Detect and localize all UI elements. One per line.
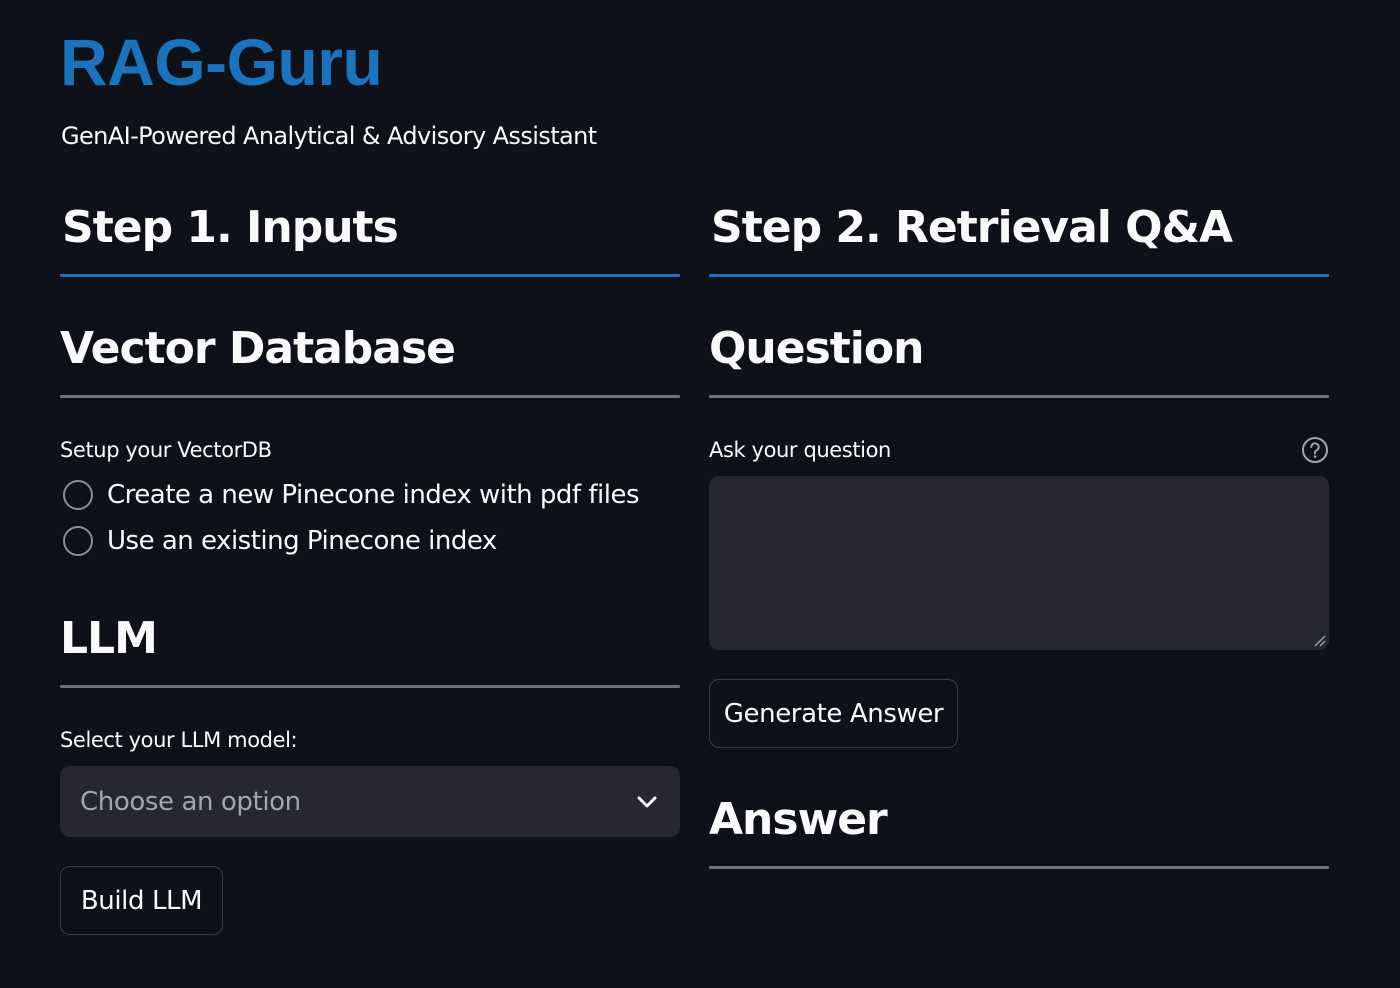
radio-option-create-index[interactable]: Create a new Pinecone index with pdf fil… bbox=[60, 472, 680, 518]
app-page: RAG-Guru GenAI-Powered Analytical & Advi… bbox=[0, 0, 1400, 988]
question-heading: Question bbox=[709, 323, 924, 374]
vector-db-label: Setup your VectorDB bbox=[60, 438, 272, 462]
step1-column: Step 1. Inputs Vector Database Setup you… bbox=[60, 200, 680, 935]
radio-option-existing-index[interactable]: Use an existing Pinecone index bbox=[60, 518, 680, 564]
question-divider bbox=[709, 395, 1329, 398]
vector-db-radio-group: Create a new Pinecone index with pdf fil… bbox=[60, 472, 680, 564]
radio-button-icon[interactable] bbox=[63, 526, 93, 556]
answer-heading: Answer bbox=[709, 794, 888, 845]
radio-option-label[interactable]: Use an existing Pinecone index bbox=[107, 524, 497, 558]
radio-option-label[interactable]: Create a new Pinecone index with pdf fil… bbox=[107, 478, 640, 512]
build-llm-button[interactable]: Build LLM bbox=[60, 866, 223, 935]
resize-grip-icon[interactable] bbox=[1312, 633, 1326, 647]
llm-heading: LLM bbox=[60, 613, 158, 664]
radio-button-icon[interactable] bbox=[63, 480, 93, 510]
vector-db-divider bbox=[60, 395, 680, 398]
vector-db-heading: Vector Database bbox=[60, 323, 456, 374]
generate-answer-button[interactable]: Generate Answer bbox=[709, 679, 958, 748]
app-title: RAG-Guru bbox=[60, 25, 383, 99]
step1-heading: Step 1. Inputs bbox=[62, 202, 399, 253]
step2-column: Step 2. Retrieval Q&A Question Ask your … bbox=[709, 200, 1329, 869]
question-label: Ask your question bbox=[709, 438, 891, 462]
answer-divider bbox=[709, 866, 1329, 869]
llm-model-select[interactable]: Choose an option bbox=[60, 766, 680, 837]
step2-divider bbox=[709, 274, 1329, 277]
llm-select-placeholder: Choose an option bbox=[80, 786, 301, 817]
question-label-row: Ask your question bbox=[709, 436, 1329, 464]
help-circle-icon[interactable] bbox=[1301, 436, 1329, 464]
step2-heading: Step 2. Retrieval Q&A bbox=[711, 202, 1233, 253]
step1-divider bbox=[60, 274, 680, 277]
question-textarea[interactable] bbox=[709, 476, 1329, 650]
llm-select-label: Select your LLM model: bbox=[60, 728, 298, 752]
app-subtitle: GenAI-Powered Analytical & Advisory Assi… bbox=[61, 122, 597, 150]
chevron-down-icon[interactable] bbox=[636, 795, 658, 809]
llm-divider bbox=[60, 685, 680, 688]
